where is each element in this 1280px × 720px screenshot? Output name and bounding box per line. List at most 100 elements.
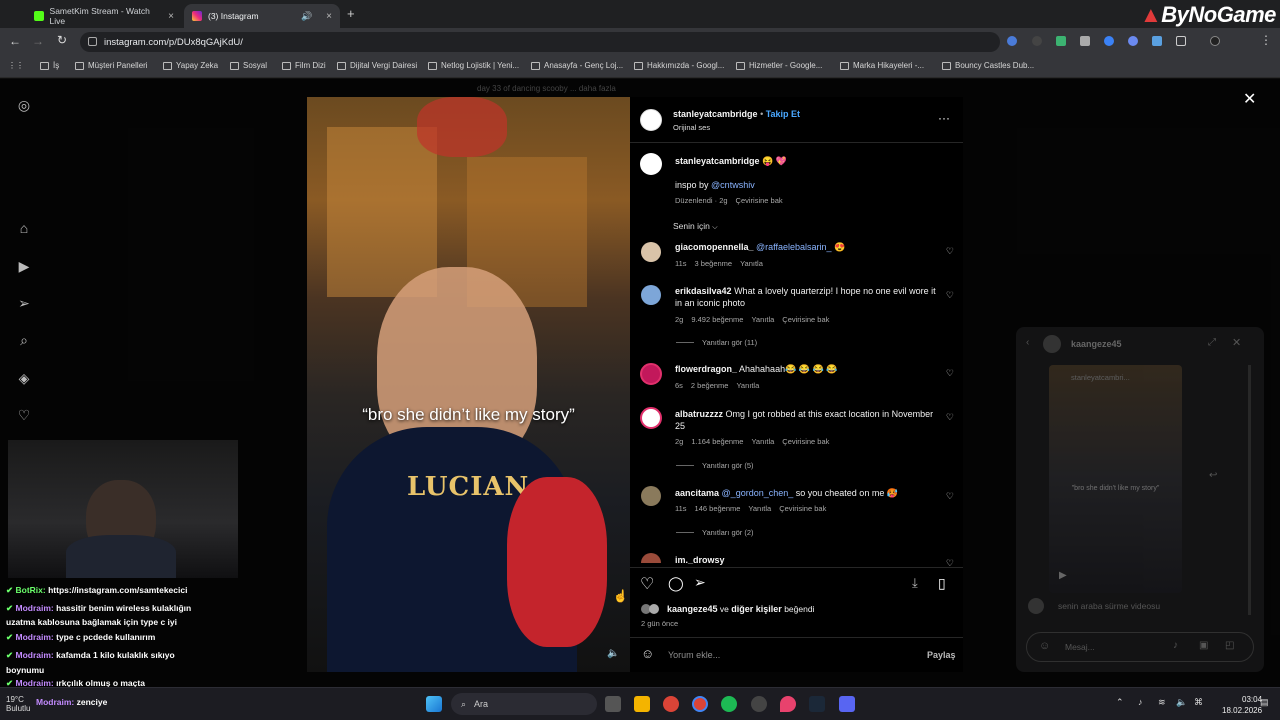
bookmark-item[interactable]: Netlog Lojistik | Yeni...: [428, 61, 519, 70]
discord-icon[interactable]: [839, 696, 855, 712]
post-author[interactable]: stanleyatcambridge: [673, 109, 758, 119]
system-clock[interactable]: 03:04 18.02.2026: [1222, 694, 1262, 716]
like-heart-icon[interactable]: ♡: [946, 491, 954, 502]
avatar[interactable]: [640, 153, 662, 175]
bookmark-item[interactable]: Anasayfa - Genç Loj...: [531, 61, 623, 70]
emoji-icon[interactable]: ☺: [1039, 640, 1050, 652]
search-icon[interactable]: ⌕: [16, 332, 32, 348]
volume-icon[interactable]: 🔈: [1176, 697, 1187, 708]
home-icon[interactable]: ⌂: [16, 220, 32, 236]
site-info-icon[interactable]: [88, 37, 97, 46]
bookmark-item[interactable]: Bouncy Castles Dub...: [942, 61, 1034, 70]
steam-icon[interactable]: [809, 696, 825, 712]
maps-icon[interactable]: [780, 696, 796, 712]
forward-icon[interactable]: →: [32, 34, 44, 48]
taskbar-search[interactable]: ⌕ Ara: [451, 693, 597, 715]
bookmark-item[interactable]: Dijital Vergi Dairesi: [337, 61, 417, 70]
avatar[interactable]: [641, 553, 661, 563]
close-icon[interactable]: ×: [326, 11, 332, 22]
view-replies-button[interactable]: Yanıtları gör (5): [676, 461, 754, 470]
notification-icon[interactable]: ▤: [1260, 697, 1269, 708]
mention-link[interactable]: @cntwshiv: [711, 180, 755, 190]
more-options-icon[interactable]: ···: [938, 111, 950, 125]
avatar[interactable]: [641, 486, 661, 506]
shield-icon[interactable]: [1056, 36, 1066, 46]
back-icon[interactable]: ‹: [1026, 337, 1029, 348]
dm-username[interactable]: kaangeze45: [1071, 339, 1122, 349]
tab-instagram[interactable]: (3) Instagram 🔊 ×: [184, 4, 340, 28]
bookmark-item[interactable]: Hakkımızda - Googl...: [634, 61, 724, 70]
post-video[interactable]: LUCIAN “bro she didn’t like my story” 🔈: [307, 97, 630, 672]
close-modal-button[interactable]: ✕: [1243, 89, 1256, 109]
post-comment-button[interactable]: Paylaş: [927, 650, 956, 660]
bookmark-item[interactable]: Müşteri Panelleri: [75, 61, 148, 70]
caption-author[interactable]: stanleyatcambridge: [675, 156, 760, 166]
avatar[interactable]: [1210, 36, 1220, 46]
reload-icon[interactable]: ↻: [57, 33, 67, 47]
microphone-icon[interactable]: ♪: [1173, 640, 1178, 651]
like-heart-icon[interactable]: ♡: [946, 412, 954, 423]
download-icon[interactable]: [1152, 36, 1162, 46]
avatar[interactable]: [640, 363, 662, 385]
obs-icon[interactable]: [751, 696, 767, 712]
avatar[interactable]: [640, 407, 662, 429]
bookmark-item[interactable]: İş: [40, 61, 59, 70]
audio-label[interactable]: Orijinal ses: [673, 123, 710, 132]
emoji-icon[interactable]: ☺: [641, 646, 654, 661]
like-heart-icon[interactable]: ♡: [640, 574, 654, 594]
chrome-icon[interactable]: [663, 696, 679, 712]
bookmark-item[interactable]: Sosyal: [230, 61, 267, 70]
avatar[interactable]: [641, 242, 661, 262]
address-bar[interactable]: instagram.com/p/DUx8qGAjKdU/: [80, 32, 1000, 52]
follow-button[interactable]: Takip Et: [766, 109, 800, 119]
notifications-heart-icon[interactable]: ♡: [16, 407, 32, 423]
extension-icon[interactable]: [1032, 36, 1042, 46]
volume-icon[interactable]: 🔈: [607, 648, 619, 659]
network-icon[interactable]: ⌘: [1194, 697, 1203, 708]
close-icon[interactable]: ×: [168, 11, 174, 22]
extension-icon[interactable]: [1128, 36, 1138, 46]
expand-icon[interactable]: ⤢: [1208, 337, 1216, 348]
puzzle-icon[interactable]: [1176, 36, 1186, 46]
view-replies-button[interactable]: Yanıtları gör (11): [676, 338, 757, 347]
apps-icon[interactable]: ⋮⋮: [8, 61, 24, 70]
chevron-up-icon[interactable]: ⌃: [1116, 697, 1124, 708]
translate-link[interactable]: Çevirisine bak: [736, 196, 783, 205]
bookmark-item[interactable]: Yapay Zeka: [163, 61, 218, 70]
menu-icon[interactable]: ⋮: [1260, 33, 1272, 47]
extension-icon[interactable]: [1104, 36, 1114, 46]
sticker-icon[interactable]: ◰: [1225, 640, 1234, 651]
windows-start-icon[interactable]: [426, 696, 442, 712]
camera-icon[interactable]: [1080, 36, 1090, 46]
download-icon[interactable]: ⤓: [912, 575, 918, 591]
reels-icon[interactable]: ▶: [16, 258, 32, 274]
avatar[interactable]: [1043, 335, 1061, 353]
save-bookmark-icon[interactable]: ▯: [938, 575, 946, 592]
task-view-icon[interactable]: [605, 696, 621, 712]
file-explorer-icon[interactable]: [634, 696, 650, 712]
dm-message-input[interactable]: ☺ Mesaj... ♪ ▣ ◰: [1026, 632, 1254, 662]
spotify-icon[interactable]: [721, 696, 737, 712]
new-tab-button[interactable]: +: [347, 6, 355, 21]
view-replies-button[interactable]: Yanıtları gör (2): [676, 528, 754, 537]
sort-dropdown[interactable]: Senin için ⌵: [673, 221, 718, 232]
messages-icon[interactable]: ➢: [16, 295, 32, 311]
tab-kick[interactable]: SametKim Stream - Watch Live ×: [26, 4, 182, 28]
bookmark-item[interactable]: Hizmetler - Google...: [736, 61, 822, 70]
close-icon[interactable]: ✕: [1232, 336, 1241, 349]
bookmark-item[interactable]: Marka Hikayeleri -...: [840, 61, 924, 70]
speaker-icon[interactable]: 🔊: [301, 11, 312, 22]
back-icon[interactable]: ←: [9, 34, 21, 48]
extension-icon[interactable]: [1007, 36, 1017, 46]
comment-icon[interactable]: ◯: [668, 575, 684, 592]
bookmark-item[interactable]: Film Dizi: [282, 61, 326, 70]
like-heart-icon[interactable]: ♡: [946, 246, 954, 257]
image-icon[interactable]: ▣: [1199, 640, 1208, 651]
explore-icon[interactable]: ◈: [16, 370, 32, 386]
wifi-icon[interactable]: ≋: [1158, 697, 1166, 708]
weather-widget[interactable]: 19°C Bulutlu: [6, 695, 30, 713]
scrollbar[interactable]: [1248, 365, 1251, 615]
microphone-icon[interactable]: ♪: [1138, 697, 1143, 707]
avatar[interactable]: [640, 109, 662, 131]
instagram-logo-icon[interactable]: ◎: [16, 97, 32, 113]
